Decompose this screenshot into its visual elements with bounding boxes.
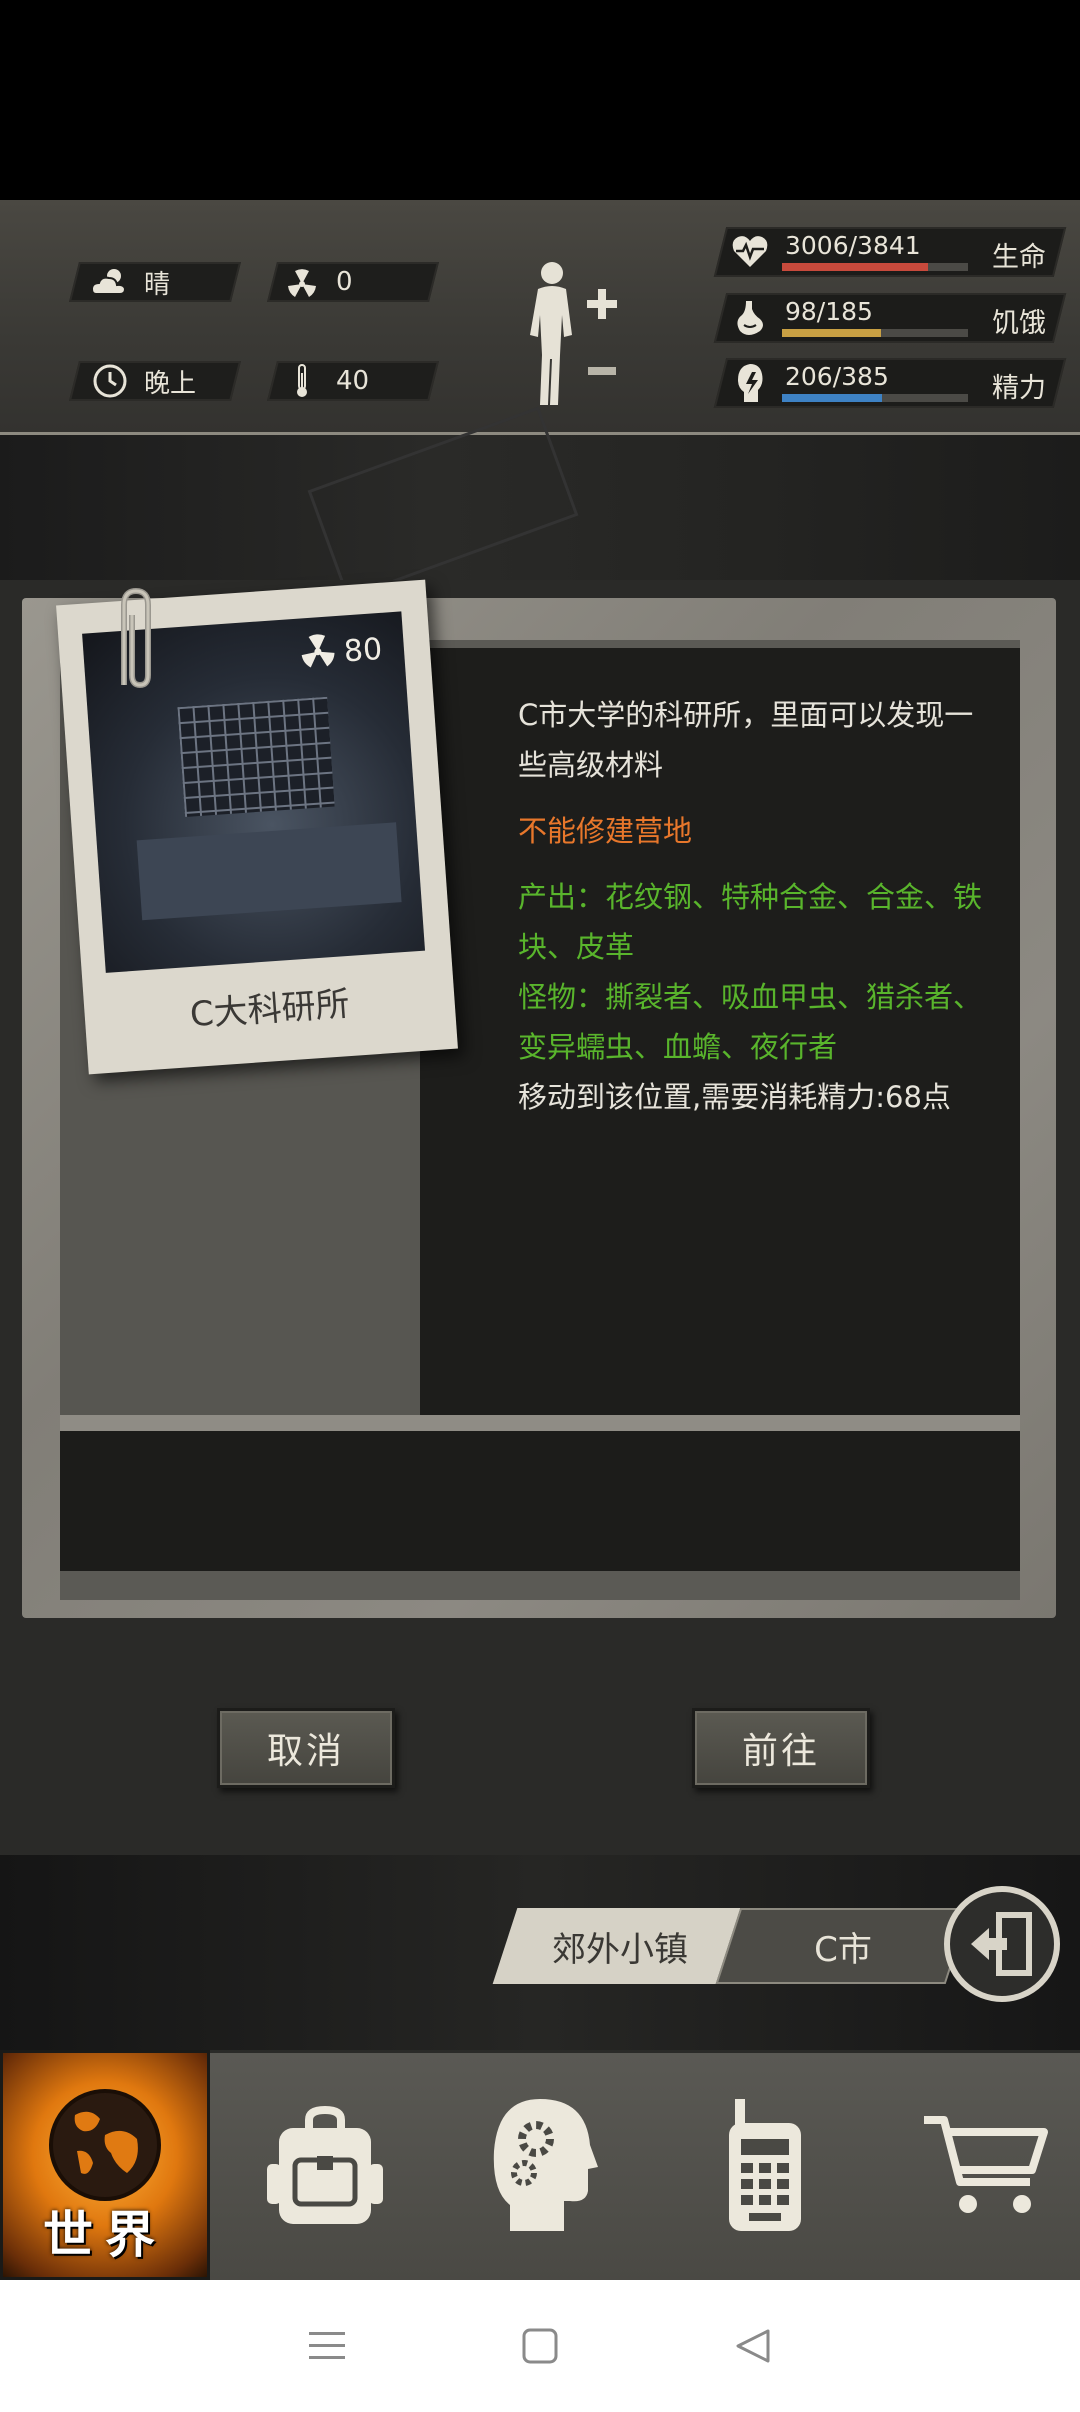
weather-text: 晴 [144,269,171,300]
status-bar-area [0,0,1080,200]
energy-stat: 206/385 精力 [713,358,1067,408]
move-cost: 移动到该位置,需要消耗精力:68点 [518,1080,951,1114]
energy-value: 206/385 [785,362,889,391]
location-radiation: 80 [296,625,383,679]
tab-suburb-town[interactable]: 郊外小镇 [505,1908,735,1984]
radiation-indicator: 0 [282,262,353,302]
radiation-icon [282,262,322,302]
location-description: C市大学的科研所，里面可以发现一些高级材料 不能修建营地 产出：花纹钢、特种合金… [518,690,988,1138]
globe-icon [49,2089,161,2201]
hunger-label: 饥饿 [992,308,1046,339]
camp-warning: 不能修建营地 [518,814,693,848]
location-radiation-value: 80 [342,631,384,669]
cancel-button[interactable]: 取消 [217,1708,395,1788]
exit-button[interactable] [944,1886,1060,2002]
health-bar-fill [782,263,928,271]
weather-indicator: 晴 [90,262,170,302]
location-monsters: 怪物：撕裂者、吸血甲虫、猎杀者、变异蠕虫、血蟾、夜行者 [518,980,983,1064]
body-status-icon[interactable] [520,255,630,410]
energy-bar-fill [782,394,882,402]
tab-c-city[interactable]: C市 [728,1908,958,1984]
backpack-icon [267,2106,383,2224]
back-icon[interactable] [723,2316,783,2376]
location-desc-text: C市大学的科研所，里面可以发现一些高级材料 [518,698,974,782]
hunger-value: 98/185 [785,297,873,326]
nav-shop[interactable] [905,2050,1065,2280]
thermometer-icon [282,361,322,401]
hunger-bar-fill [782,329,881,337]
home-icon[interactable] [510,2316,570,2376]
energy-icon [730,362,770,404]
time-indicator: 晚上 [90,361,196,401]
clock-icon [90,361,130,401]
heart-icon [730,231,770,273]
radiation-icon [296,628,339,679]
system-navigation-bar [0,2280,1080,2412]
time-text: 晚上 [144,368,197,399]
go-button[interactable]: 前往 [692,1708,870,1788]
paperclip-icon [104,585,164,695]
health-label: 生命 [992,242,1046,273]
nav-radio[interactable] [690,2050,840,2280]
menu-icon[interactable] [297,2316,357,2376]
exit-door-icon [971,1912,1032,1976]
stomach-icon [730,297,770,339]
health-value: 3006/3841 [785,231,921,260]
head-gears-icon [493,2099,598,2231]
nav-skills[interactable] [470,2050,620,2280]
nav-backpack[interactable] [250,2050,400,2280]
energy-label: 精力 [992,373,1046,404]
dialog-bottom-panel [60,1431,1020,1571]
map-background [0,435,1080,580]
shopping-cart-icon [924,2116,1048,2213]
location-name: C大科研所 [188,984,351,1036]
health-stat: 3006/3841 生命 [713,227,1067,277]
walkie-talkie-icon [729,2099,801,2231]
hunger-stat: 98/185 饥饿 [713,293,1067,343]
temperature-value: 40 [336,366,370,396]
nav-world-label: 世界 [43,2206,167,2264]
temperature-indicator: 40 [282,361,369,401]
cloud-sun-icon [90,262,130,302]
location-output: 产出：花纹钢、特种合金、合金、铁块、皮革 [518,880,983,964]
radiation-value: 0 [336,267,353,297]
